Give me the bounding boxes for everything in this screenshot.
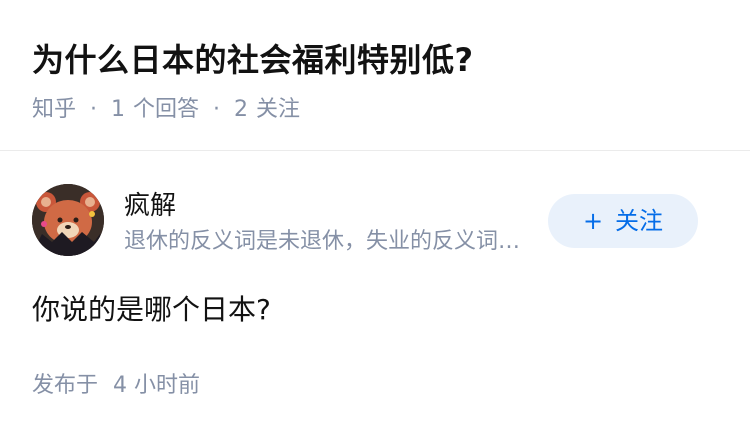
avatar[interactable] [32, 184, 104, 256]
separator-dot: · [213, 97, 221, 122]
question-header: 为什么日本的社会福利特别低? [32, 36, 718, 84]
plus-icon: + [582, 207, 604, 235]
author-bio: 退休的反义词是未退休，失业的反义词是未失业 [124, 229, 536, 254]
answer-content[interactable]: 你说的是哪个日本? [32, 290, 271, 330]
question-meta: 知乎 · 1 个回答 · 2 关注 [32, 94, 300, 126]
answer-count-label[interactable]: 个回答 [133, 94, 199, 126]
bear-avatar-icon [32, 184, 104, 256]
published-label: 发布于 [32, 373, 99, 398]
published-time: 4 小时前 [113, 373, 201, 398]
follow-button-label: 关注 [615, 207, 664, 235]
source-label[interactable]: 知乎 [32, 94, 76, 126]
follower-count: 2 [234, 97, 249, 122]
follow-button[interactable]: + 关注 [548, 194, 698, 248]
answer-count: 1 [111, 97, 126, 122]
separator-dot: · [90, 97, 98, 122]
follower-count-label[interactable]: 关注 [256, 94, 300, 126]
section-divider [0, 150, 750, 151]
author-card: 疯解 退休的反义词是未退休，失业的反义词是未失业 + 关注 [32, 184, 718, 264]
author-name[interactable]: 疯解 [124, 188, 176, 224]
publish-info: 发布于 4 小时前 [32, 370, 200, 402]
question-title[interactable]: 为什么日本的社会福利特别低? [32, 36, 718, 84]
